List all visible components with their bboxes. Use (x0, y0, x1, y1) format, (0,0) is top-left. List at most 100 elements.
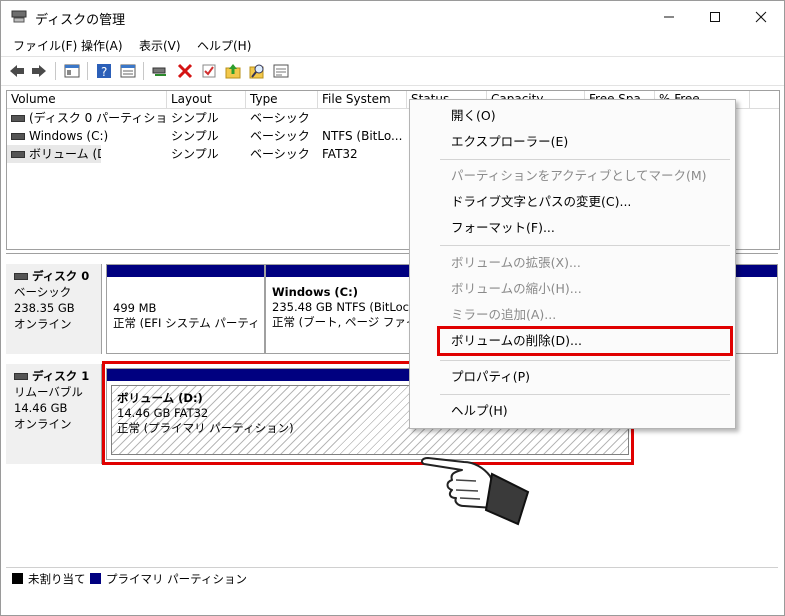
hand-pointer-icon (420, 457, 530, 526)
disk-state: オンライン (14, 317, 72, 331)
partition-efi[interactable]: 499 MB 正常 (EFI システム パーティション) (106, 264, 265, 354)
column-header-type[interactable]: Type (246, 91, 318, 108)
disk-size: 238.35 GB (14, 301, 75, 315)
maximize-icon (710, 12, 720, 22)
menu-item-open[interactable]: 開く(O) (451, 105, 496, 127)
delete-volume-highlight-box (437, 326, 733, 356)
close-button[interactable] (738, 1, 784, 33)
menu-view[interactable]: 表示(V) (139, 37, 181, 54)
menu-item-change-drive-letter[interactable]: ドライブ文字とパスの変更(C)... (451, 191, 631, 213)
back-button[interactable] (8, 62, 26, 80)
unallocated-swatch (12, 573, 23, 584)
partition-size: 499 MB (113, 301, 157, 315)
menu-item-add-mirror[interactable]: ミラーの追加(A)... (451, 304, 556, 326)
menu-item-format[interactable]: フォーマット(F)... (451, 217, 555, 239)
disk-1-label[interactable]: ディスク 1 リムーバブル 14.46 GB オンライン (6, 364, 102, 464)
maximize-button[interactable] (692, 1, 738, 33)
console-tree-button[interactable] (63, 62, 81, 80)
disk-icon (14, 373, 28, 380)
menu-item-extend-volume[interactable]: ボリュームの拡張(X)... (451, 252, 581, 274)
menu-bar: ファイル(F) 操作(A) 表示(V) ヘルプ(H) (1, 33, 784, 55)
filesystem-cell: FAT32 (322, 147, 358, 161)
column-header-layout[interactable]: Layout (167, 91, 246, 108)
layout-cell: シンプル (171, 111, 219, 125)
volume-name: Windows (C:) (29, 129, 109, 143)
toolbar-separator (87, 62, 88, 80)
toolbar: ? (1, 56, 784, 86)
delete-button[interactable] (176, 62, 194, 80)
legend-primary: プライマリ パーティション (106, 572, 247, 586)
up-folder-button[interactable] (224, 62, 242, 80)
menu-help[interactable]: ヘルプ(H) (197, 37, 251, 54)
delete-icon (177, 63, 193, 79)
disk-kind: リムーバブル (14, 385, 83, 399)
volume-icon (11, 151, 25, 158)
partition-bar (107, 265, 264, 277)
disk-0-label[interactable]: ディスク 0 ベーシック 238.35 GB オンライン (6, 264, 102, 354)
toolbar-separator (143, 62, 144, 80)
legend: 未割り当て プライマリ パーティション (6, 567, 778, 588)
menu-separator (440, 159, 730, 160)
connect-button[interactable] (151, 62, 169, 80)
context-menu: 開く(O) エクスプローラー(E) パーティションをアクティブとしてマーク(M)… (409, 99, 736, 429)
disk-size: 14.46 GB (14, 401, 68, 415)
disk-management-window: ディスクの管理 ファイル(F) 操作(A) 表示(V) ヘルプ(H) ? Vol… (0, 0, 785, 616)
volume-cell: ボリューム (D:) (7, 145, 101, 163)
title-bar: ディスクの管理 (1, 1, 784, 33)
check-button[interactable] (200, 62, 218, 80)
volume-cell: Windows (C:) (7, 127, 167, 145)
partition-status: 正常 (EFI システム パーティション) (113, 316, 260, 330)
help-icon: ? (97, 64, 111, 79)
search-button[interactable] (248, 62, 266, 80)
column-header-filesystem[interactable]: File System (318, 91, 407, 108)
list-icon (273, 64, 289, 78)
close-icon (755, 11, 767, 23)
menu-item-explorer[interactable]: エクスプローラー(E) (451, 131, 568, 153)
console-tree-icon (64, 64, 80, 78)
check-icon (202, 64, 216, 78)
menu-item-mark-active[interactable]: パーティションをアクティブとしてマーク(M) (451, 165, 707, 187)
up-folder-icon (225, 64, 241, 79)
menu-file[interactable]: ファイル(F) (13, 37, 77, 54)
menu-action[interactable]: 操作(A) (81, 37, 123, 54)
search-icon (249, 64, 264, 79)
type-cell: ベーシック (250, 111, 310, 125)
window-title: ディスクの管理 (35, 13, 126, 28)
minimize-icon (664, 16, 674, 18)
layout-cell: シンプル (171, 147, 219, 161)
connect-icon (152, 67, 166, 76)
disk-icon (14, 273, 28, 280)
volume-icon (11, 115, 25, 122)
menu-item-properties[interactable]: プロパティ(P) (451, 366, 530, 388)
back-arrow-icon (10, 65, 24, 77)
forward-button[interactable] (30, 62, 48, 80)
volume-cell: (ディスク 0 パーティション 1) (7, 109, 167, 127)
list-view-button[interactable] (272, 62, 290, 80)
filesystem-cell (318, 109, 407, 127)
minimize-button[interactable] (646, 1, 692, 33)
menu-item-help[interactable]: ヘルプ(H) (451, 400, 508, 422)
primary-partition-swatch (90, 573, 101, 584)
disk-1-name-row: ディスク 1 (14, 368, 101, 384)
type-cell: ベーシック (250, 129, 310, 143)
filesystem-cell: NTFS (BitLo... (322, 129, 403, 143)
properties-button[interactable] (119, 62, 137, 80)
volume-name: (ディスク 0 パーティション 1) (29, 111, 167, 125)
forward-arrow-icon (32, 65, 46, 77)
svg-text:?: ? (101, 65, 107, 79)
menu-item-shrink-volume[interactable]: ボリュームの縮小(H)... (451, 278, 582, 300)
toolbar-separator (55, 62, 56, 80)
layout-cell: シンプル (171, 129, 219, 143)
volume-icon (11, 133, 25, 140)
disk-name: ディスク 0 (32, 269, 90, 283)
partition-text: 499 MB 正常 (EFI システム パーティション) (113, 301, 260, 331)
help-button[interactable]: ? (95, 62, 113, 80)
properties-icon (120, 64, 136, 78)
disk-management-app-icon (11, 10, 27, 23)
column-header-volume[interactable]: Volume (7, 91, 167, 108)
type-cell: ベーシック (250, 147, 310, 161)
menu-separator (440, 360, 730, 361)
disk-state: オンライン (14, 417, 72, 431)
disk-0-name-row: ディスク 0 (14, 268, 101, 284)
menu-separator (440, 394, 730, 395)
